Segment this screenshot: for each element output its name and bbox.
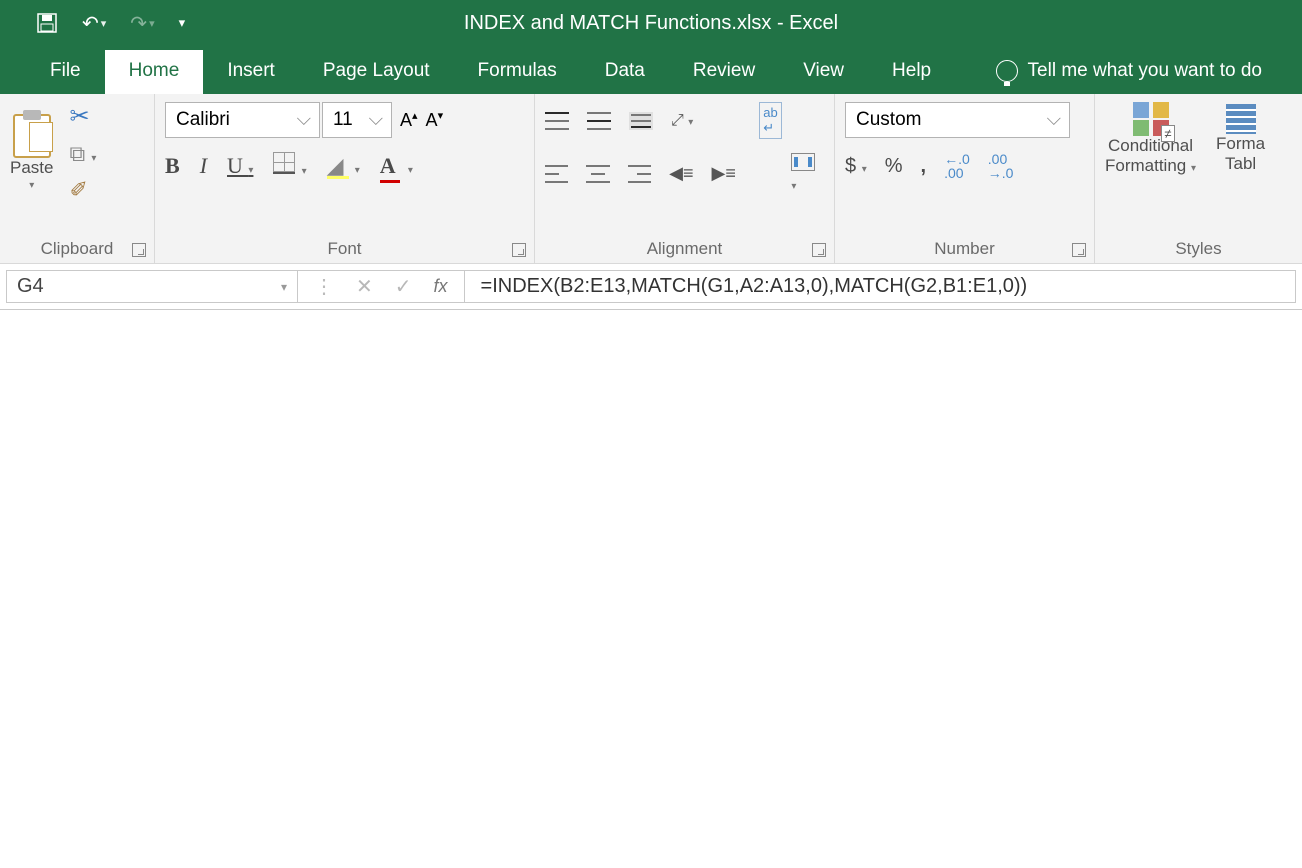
tab-pagelayout[interactable]: Page Layout [299,50,454,94]
grow-font-button[interactable]: A▴ [400,109,418,131]
border-button[interactable]: ▾ [273,152,306,180]
align-top-button[interactable] [545,112,569,130]
tab-view[interactable]: View [779,50,868,94]
font-color-button[interactable]: A ▾ [380,153,413,179]
tab-data[interactable]: Data [581,50,669,94]
qat-customize-icon[interactable]: ▾ [171,11,194,35]
group-number: Custom⌵ $ ▾ % , ←.0.00 .00→.0 Number [835,94,1095,263]
align-middle-button[interactable] [587,112,611,130]
merge-icon [791,153,815,171]
alignment-dialog-launcher[interactable] [812,243,826,257]
percent-button[interactable]: % [885,155,903,178]
align-left-button[interactable] [545,165,568,183]
font-color-icon: A [380,153,402,179]
font-dialog-launcher[interactable] [512,243,526,257]
align-right-button[interactable] [628,165,651,183]
tab-insert[interactable]: Insert [203,50,299,94]
number-dialog-launcher[interactable] [1072,243,1086,257]
align-center-button[interactable] [586,165,609,183]
number-format-combo[interactable]: Custom⌵ [845,102,1070,138]
italic-button[interactable]: I [200,153,207,179]
ribbon: Paste▾ ✂ ⧉ ▾ ✐ Clipboard Calibri⌵ 11⌵ A▴… [0,94,1302,264]
orientation-button[interactable]: ⤢ ▾ [671,112,693,130]
group-label-number: Number [845,235,1084,261]
save-icon[interactable] [28,8,66,38]
tell-me-search[interactable]: Tell me what you want to do [986,60,1282,94]
paste-icon [13,114,51,158]
group-label-font: Font [165,235,524,261]
document-title: INDEX and MATCH Functions.xlsx - Excel [0,12,1302,35]
name-box[interactable]: G4▾ [6,270,298,303]
redo-button[interactable]: ↷▾ [122,7,162,40]
group-styles: Conditional Formatting ▾ Forma Tabl Styl… [1095,94,1302,263]
fill-color-button[interactable]: ▾ [327,153,360,179]
ribbon-tabs: File Home Insert Page Layout Formulas Da… [0,46,1302,94]
cancel-formula-button[interactable]: ✕ [356,274,373,299]
format-as-table-button[interactable]: Forma Tabl [1216,104,1265,174]
tab-home[interactable]: Home [105,50,204,94]
spreadsheet-grid[interactable] [0,310,1302,830]
enter-formula-button[interactable]: ✓ [395,274,412,299]
group-alignment: ⤢ ▾ ab↵ ◀≡ ▶≡ ▾ Alignment [535,94,835,263]
cut-button[interactable]: ✂ [69,102,96,131]
table-icon [1226,104,1256,134]
fill-icon [327,153,349,175]
group-font: Calibri⌵ 11⌵ A▴ A▾ B I U ▾ ▾ ▾ A ▾ Font [155,94,535,263]
comma-button[interactable]: , [921,155,927,178]
quick-access-toolbar: ↶▾ ↷▾ ▾ [0,7,193,40]
formula-input[interactable]: =INDEX(B2:E13,MATCH(G1,A2:A13,0),MATCH(G… [465,270,1296,303]
wrap-text-button[interactable]: ab↵ [759,102,781,139]
paste-button[interactable]: Paste▾ [10,114,53,191]
increase-decimal-button[interactable]: ←.0.00 [944,152,970,180]
titlebar: ↶▾ ↷▾ ▾ INDEX and MATCH Functions.xlsx -… [0,0,1302,46]
accounting-format-button[interactable]: $ ▾ [845,155,867,178]
increase-indent-button[interactable]: ▶≡ [712,163,736,184]
merge-center-button[interactable]: ▾ [791,153,824,194]
border-icon [273,152,295,174]
bold-button[interactable]: B [165,153,180,179]
decrease-indent-button[interactable]: ◀≡ [669,163,693,184]
conditional-formatting-button[interactable]: Conditional Formatting ▾ [1105,102,1196,176]
shrink-font-button[interactable]: A▾ [426,109,444,131]
underline-button[interactable]: U ▾ [227,153,253,179]
decrease-decimal-button[interactable]: .00→.0 [988,152,1014,180]
insert-function-button[interactable]: fx [434,276,448,297]
align-bottom-button[interactable] [629,112,653,130]
group-label-clipboard: Clipboard [10,235,144,261]
tab-file[interactable]: File [26,50,105,94]
font-size-combo[interactable]: 11⌵ [322,102,392,138]
clipboard-dialog-launcher[interactable] [132,243,146,257]
tab-help[interactable]: Help [868,50,955,94]
group-clipboard: Paste▾ ✂ ⧉ ▾ ✐ Clipboard [0,94,155,263]
conditional-formatting-icon [1133,102,1169,136]
copy-button[interactable]: ⧉ ▾ [69,141,96,167]
group-label-styles: Styles [1105,235,1292,261]
format-painter-button[interactable]: ✐ [69,177,96,203]
formula-bar: G4▾ ⋮ ✕ ✓ fx =INDEX(B2:E13,MATCH(G1,A2:A… [0,264,1302,310]
undo-button[interactable]: ↶▾ [74,7,114,40]
tab-review[interactable]: Review [669,50,779,94]
tab-formulas[interactable]: Formulas [454,50,581,94]
group-label-alignment: Alignment [545,235,824,261]
lightbulb-icon [996,60,1018,82]
font-name-combo[interactable]: Calibri⌵ [165,102,320,138]
